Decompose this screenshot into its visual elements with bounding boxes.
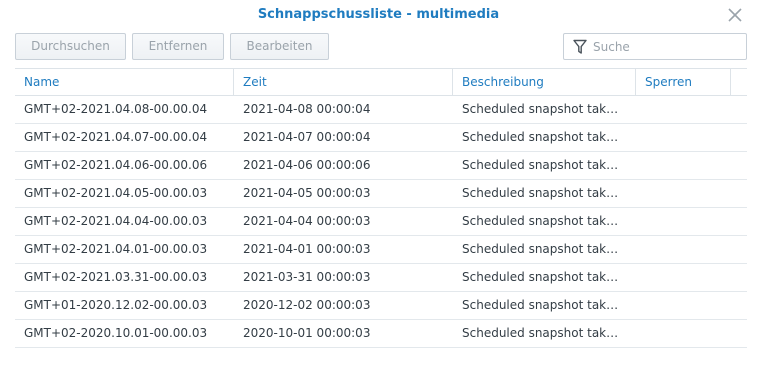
cell-description: Scheduled snapshot tak… <box>462 270 619 284</box>
cell-name: GMT+02-2021.04.06-00.00.06 <box>24 158 208 172</box>
cell-name: GMT+01-2020.12.02-00.00.03 <box>24 298 208 312</box>
table-row[interactable]: GMT+02-2021.04.08-00.00.04 2021-04-08 00… <box>15 96 747 124</box>
search-input[interactable] <box>593 37 741 56</box>
table-row[interactable]: GMT+02-2021.04.05-00.00.03 2021-04-05 00… <box>15 180 747 208</box>
column-header-time[interactable]: Zeit <box>234 69 453 95</box>
cell-lock <box>636 152 731 179</box>
column-header-spacer <box>731 69 747 95</box>
column-header-lock[interactable]: Sperren <box>636 69 731 95</box>
snapshot-list-window: Schnappschussliste - multimedia Durchsuc… <box>0 0 757 367</box>
cell-time: 2021-03-31 00:00:03 <box>243 270 371 284</box>
cell-description: Scheduled snapshot tak… <box>462 102 619 116</box>
cell-description: Scheduled snapshot tak… <box>462 214 619 228</box>
remove-button[interactable]: Entfernen <box>132 33 224 60</box>
cell-lock <box>636 180 731 207</box>
cell-description: Scheduled snapshot tak… <box>462 326 619 340</box>
cell-name: GMT+02-2021.04.08-00.00.04 <box>24 102 208 116</box>
table-row[interactable]: GMT+02-2020.10.01-00.00.03 2020-10-01 00… <box>15 320 747 348</box>
table-row[interactable]: GMT+02-2021.04.07-00.00.04 2021-04-07 00… <box>15 124 747 152</box>
cell-description: Scheduled snapshot tak… <box>462 298 619 312</box>
cell-name: GMT+02-2021.04.07-00.00.04 <box>24 130 208 144</box>
column-header-description[interactable]: Beschreibung <box>453 69 636 95</box>
cell-lock <box>636 96 731 123</box>
table-row[interactable]: GMT+02-2021.04.04-00.00.03 2021-04-04 00… <box>15 208 747 236</box>
cell-time: 2020-10-01 00:00:03 <box>243 326 371 340</box>
cell-lock <box>636 236 731 263</box>
toolbar: Durchsuchen Entfernen Bearbeiten <box>15 33 747 60</box>
filter-icon[interactable] <box>573 39 587 55</box>
cell-time: 2021-04-06 00:00:06 <box>243 158 371 172</box>
title-bar[interactable]: Schnappschussliste - multimedia <box>0 0 757 30</box>
cell-name: GMT+02-2021.04.01-00.00.03 <box>24 242 208 256</box>
cell-name: GMT+02-2021.04.04-00.00.03 <box>24 214 208 228</box>
cell-time: 2021-04-08 00:00:04 <box>243 102 371 116</box>
cell-name: GMT+02-2021.03.31-00.00.03 <box>24 270 208 284</box>
table-header: Name Zeit Beschreibung Sperren <box>15 68 747 96</box>
close-icon <box>728 8 742 22</box>
cell-lock <box>636 124 731 151</box>
cell-lock <box>636 320 731 347</box>
cell-name: GMT+02-2021.04.05-00.00.03 <box>24 186 208 200</box>
cell-lock <box>636 292 731 319</box>
cell-name: GMT+02-2020.10.01-00.00.03 <box>24 326 208 340</box>
cell-time: 2021-04-01 00:00:03 <box>243 242 371 256</box>
cell-description: Scheduled snapshot tak… <box>462 186 619 200</box>
search-box[interactable] <box>563 33 747 60</box>
table-row[interactable]: GMT+02-2021.03.31-00.00.03 2021-03-31 00… <box>15 264 747 292</box>
browse-button[interactable]: Durchsuchen <box>15 33 126 60</box>
cell-lock <box>636 264 731 291</box>
cell-description: Scheduled snapshot tak… <box>462 242 619 256</box>
table-row[interactable]: GMT+01-2020.12.02-00.00.03 2020-12-02 00… <box>15 292 747 320</box>
cell-description: Scheduled snapshot tak… <box>462 158 619 172</box>
window-title: Schnappschussliste - multimedia <box>257 7 500 22</box>
edit-button[interactable]: Bearbeiten <box>230 33 329 60</box>
column-header-name[interactable]: Name <box>15 69 234 95</box>
snapshot-table: Name Zeit Beschreibung Sperren GMT+02-20… <box>15 68 747 348</box>
cell-time: 2020-12-02 00:00:03 <box>243 298 371 312</box>
cell-time: 2021-04-07 00:00:04 <box>243 130 371 144</box>
table-row[interactable]: GMT+02-2021.04.01-00.00.03 2021-04-01 00… <box>15 236 747 264</box>
table-row[interactable]: GMT+02-2021.04.06-00.00.06 2021-04-06 00… <box>15 152 747 180</box>
close-button[interactable] <box>727 7 743 23</box>
cell-time: 2021-04-05 00:00:03 <box>243 186 371 200</box>
cell-time: 2021-04-04 00:00:03 <box>243 214 371 228</box>
cell-description: Scheduled snapshot tak… <box>462 130 619 144</box>
cell-lock <box>636 208 731 235</box>
